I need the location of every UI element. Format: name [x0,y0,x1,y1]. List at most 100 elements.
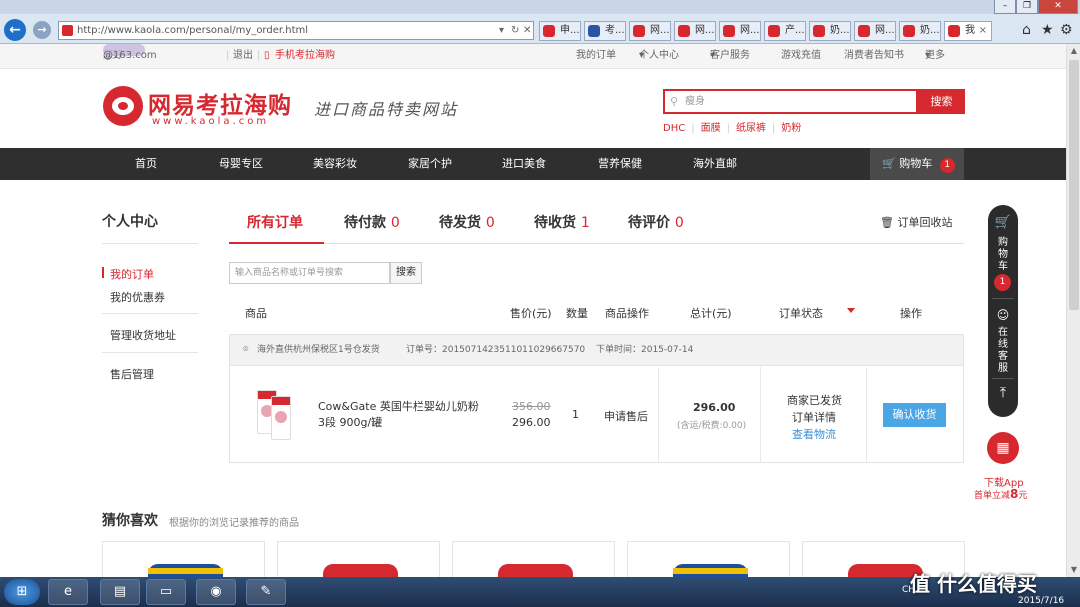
order-search-button[interactable]: 搜索 [390,262,422,284]
refresh-icon[interactable]: ↻ [511,22,519,39]
nav-overseas-direct[interactable]: 海外直邮 [693,148,737,180]
browser-tab-7[interactable]: 奶... [809,21,851,41]
settings-gear-icon[interactable]: ⚙ [1060,22,1073,38]
recommend-product-card[interactable] [102,541,265,581]
cart-button[interactable]: 🛒 购物车 1 [870,148,964,180]
logo-text[interactable]: 网易考拉海购 [148,86,292,120]
hotword-link[interactable]: 奶粉 [781,123,801,134]
view-logistics-link[interactable]: 查看物流 [792,426,836,442]
scroll-up-icon[interactable]: ▲ [1067,44,1080,58]
apply-after-sale-link[interactable]: 申请售后 [604,408,648,424]
title-bar [0,0,1080,14]
nav-home[interactable]: 首页 [135,148,157,180]
scroll-down-icon[interactable]: ▼ [1067,563,1080,577]
order-detail-link[interactable]: 订单详情 [792,409,836,425]
search-dropdown-icon[interactable]: ▾ [499,22,504,39]
hotword-link[interactable]: 面膜 [701,123,721,134]
active-tab-indicator [229,242,324,244]
order-number: 订单号：20150714235110110296675​70 [406,345,586,355]
total-note: (含运/税费:0.00) [677,421,747,431]
my-orders-link[interactable]: 我的订单 [576,44,616,68]
customer-service-icon[interactable]: ☺ [988,309,1018,321]
browser-tab-4[interactable]: 网... [674,21,716,41]
order-total: 296.00 [693,401,736,414]
browser-tab-3[interactable]: 网... [629,21,671,41]
tab-pending-review[interactable]: 待评价 0 [628,212,684,232]
slogan: 进口商品特卖网站 [314,100,459,119]
mobile-app-link[interactable]: 手机考拉海购 [275,44,335,68]
recommend-product-card[interactable] [277,541,440,581]
restore-button[interactable]: ❐ [1016,0,1038,14]
order-search-input[interactable]: 输入商品名称或订单号搜索 [229,262,390,284]
order-recycle-bin-link[interactable]: 🗑 订单回收站 [880,214,952,230]
tab-pending-shipment[interactable]: 待发货 0 [439,212,495,232]
tab-pending-payment[interactable]: 待付款 0 [344,212,400,232]
product-image[interactable] [255,388,303,440]
scrollbar-thumb[interactable] [1069,60,1079,310]
search-input[interactable]: ⚲ 瘦身 [663,89,918,114]
stop-icon[interactable]: ✕ [523,22,531,39]
koala-logo-icon[interactable] [103,86,143,126]
vertical-scrollbar[interactable]: ▲ ▼ [1066,44,1080,577]
hotword-link[interactable]: DHC [663,123,685,134]
browser-tab-1[interactable]: 申... [539,21,581,41]
quantity: 1 [572,408,579,421]
home-icon[interactable]: ⌂ [1022,22,1031,38]
ie-browser-icon[interactable]: e [48,579,88,605]
back-button[interactable]: ← [4,19,26,41]
recommend-subtitle: 根据你的浏览记录推荐的商品 [169,518,299,529]
browser-tab-6[interactable]: 产... [764,21,806,41]
address-bar[interactable]: http://www.kaola.com/personal/my_order.h… [58,21,534,40]
product-name-link[interactable]: Cow&Gate 英国牛栏婴幼儿奶粉 3段 900g/罐 [318,399,488,431]
sidebar-item-coupons[interactable]: 我的优惠券 [110,289,165,305]
sidebar-item-my-orders[interactable]: 我的订单 [110,266,154,282]
back-to-top-icon[interactable]: ⤒ [988,386,1018,400]
recommend-product-card[interactable] [452,541,615,581]
system-clock[interactable]: 2015/7/16 [1018,596,1064,606]
nav-beauty[interactable]: 美容彩妆 [313,148,357,180]
close-tab-icon[interactable]: × [979,22,987,40]
nav-imported-food[interactable]: 进口美食 [502,148,546,180]
close-window-button[interactable]: ✕ [1038,0,1078,14]
consumer-notice-link[interactable]: 消费者告知书 [844,44,904,68]
file-explorer-icon[interactable]: ▤ [100,579,140,605]
order-status: 商家已发货 [787,394,842,407]
browser-tab-9[interactable]: 奶... [899,21,941,41]
float-cart-label[interactable]: 购物车 [988,237,1018,273]
nav-nutrition[interactable]: 营养保健 [598,148,642,180]
column-header-status[interactable]: 订单状态 [779,305,823,321]
qr-code-icon[interactable]: ▦ [987,432,1019,464]
tab-favicon-icon [543,25,555,37]
status-filter-dropdown-icon[interactable] [847,308,855,313]
tab-all-orders[interactable]: 所有订单 [247,212,303,232]
favorites-star-icon[interactable]: ★ [1041,22,1054,38]
forward-button[interactable]: → [33,21,51,39]
hotword-link[interactable]: 纸尿裤 [736,123,766,134]
divider [102,313,198,314]
logout-link[interactable]: 退出 [233,44,253,68]
browser-tab-active[interactable]: 我 × [944,21,992,41]
nav-mother-baby[interactable]: 母婴专区 [219,148,263,180]
minimize-button[interactable]: – [994,0,1016,14]
search-button[interactable]: 搜索 [918,89,965,114]
sidebar-item-after-sale[interactable]: 售后管理 [110,366,154,382]
tab-pending-receipt[interactable]: 待收货 1 [534,212,590,232]
active-marker [102,267,104,278]
game-recharge-link[interactable]: 游戏充值 [781,44,821,68]
cart-icon[interactable]: 🛒 [988,216,1018,229]
float-service-label[interactable]: 在线客服 [988,327,1018,375]
start-button-icon[interactable]: ⊞ [4,579,40,605]
paint-icon[interactable]: ✎ [246,579,286,605]
sidebar-item-addresses[interactable]: 管理收货地址 [110,327,176,343]
recommend-product-card[interactable] [627,541,790,581]
browser-tab-5[interactable]: 网... [719,21,761,41]
browser-tab-2[interactable]: 考... [584,21,626,41]
confirm-receipt-button[interactable]: 确认收货 [883,403,946,427]
nav-home-care[interactable]: 家居个护 [408,148,452,180]
qq-icon[interactable]: ◉ [196,579,236,605]
browser-tab-8[interactable]: 网... [854,21,896,41]
phone-icon: ▯ [264,50,270,61]
column-header-operation: 操作 [900,307,922,320]
divider: | [691,123,695,134]
window-switcher-icon[interactable]: ▭ [146,579,186,605]
